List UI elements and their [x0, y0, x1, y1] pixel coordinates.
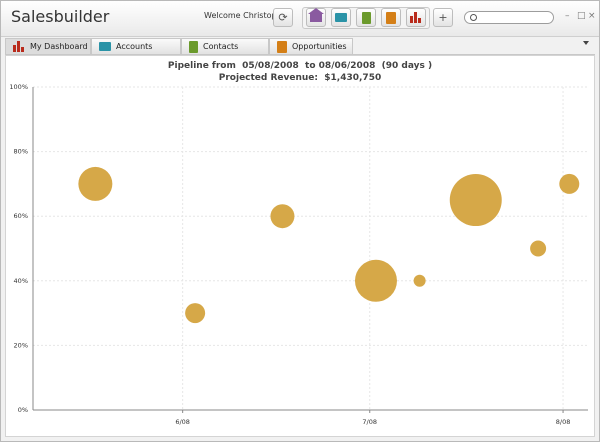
folder-icon	[335, 13, 347, 22]
book-icon	[361, 11, 371, 24]
title-bar: Salesbuilder Welcome Christophe ⟳ + – □ …	[1, 1, 599, 37]
y-tick-label: 60%	[14, 212, 28, 220]
app-window: Salesbuilder Welcome Christophe ⟳ + – □ …	[0, 0, 600, 442]
opportunities-button[interactable]	[381, 8, 401, 27]
opportunity-bubble	[449, 174, 502, 227]
opportunity-bubble	[78, 166, 113, 201]
y-tick-label: 80%	[14, 148, 28, 156]
refresh-button[interactable]: ⟳	[273, 8, 293, 27]
dashboard-panel: Pipeline from 05/08/2008 to 08/06/2008 (…	[5, 55, 595, 437]
home-button[interactable]	[306, 8, 326, 27]
refresh-icon: ⟳	[278, 11, 288, 24]
folder-icon	[99, 42, 111, 51]
opportunity-bubble	[559, 173, 580, 194]
y-tick-label: 100%	[9, 83, 28, 91]
opportunity-bubble	[270, 204, 295, 229]
add-button[interactable]: +	[433, 8, 453, 27]
add-button-label: +	[438, 11, 448, 24]
note-icon	[277, 40, 287, 53]
tab-label: Contacts	[203, 42, 239, 51]
opportunity-bubble	[413, 274, 426, 287]
app-title: Salesbuilder	[11, 7, 110, 26]
x-tick-label: 8/08	[556, 418, 571, 426]
opportunity-bubble	[354, 259, 397, 302]
tab-opportunities[interactable]: Opportunities	[269, 38, 353, 54]
dashboard-button[interactable]	[406, 8, 426, 27]
home-icon	[308, 8, 324, 22]
tab-contacts[interactable]: Contacts	[181, 38, 269, 54]
bar-chart-icon	[410, 12, 422, 23]
accounts-button[interactable]	[331, 8, 351, 27]
note-icon	[386, 11, 396, 24]
y-tick-label: 20%	[14, 341, 28, 349]
tab-accounts[interactable]: Accounts	[91, 38, 181, 54]
close-button[interactable]: ×	[588, 11, 596, 21]
search-input[interactable]	[464, 11, 554, 24]
tab-overflow-arrow-icon[interactable]	[583, 41, 589, 45]
maximize-button[interactable]: □	[577, 11, 586, 21]
bubble-chart: 0% 20% 40% 60% 80% 100% 6/08 7/08 8/08	[9, 83, 588, 426]
opportunity-bubble	[185, 303, 206, 324]
tab-bar: My Dashboard Accounts Contacts Opportuni…	[5, 37, 595, 55]
opportunity-bubble	[530, 240, 547, 257]
contacts-button[interactable]	[356, 8, 376, 27]
x-tick-label: 6/08	[175, 418, 190, 426]
tab-label: My Dashboard	[30, 42, 88, 51]
tab-label: Accounts	[116, 42, 153, 51]
tab-label: Opportunities	[292, 42, 347, 51]
bar-chart-icon	[13, 41, 25, 52]
x-tick-label: 7/08	[362, 418, 377, 426]
search-icon	[470, 14, 477, 21]
book-icon	[189, 40, 198, 53]
y-tick-label: 0%	[18, 406, 28, 414]
y-tick-label: 40%	[14, 277, 28, 285]
tab-my-dashboard[interactable]: My Dashboard	[5, 38, 91, 54]
minimize-button[interactable]: –	[565, 11, 570, 21]
